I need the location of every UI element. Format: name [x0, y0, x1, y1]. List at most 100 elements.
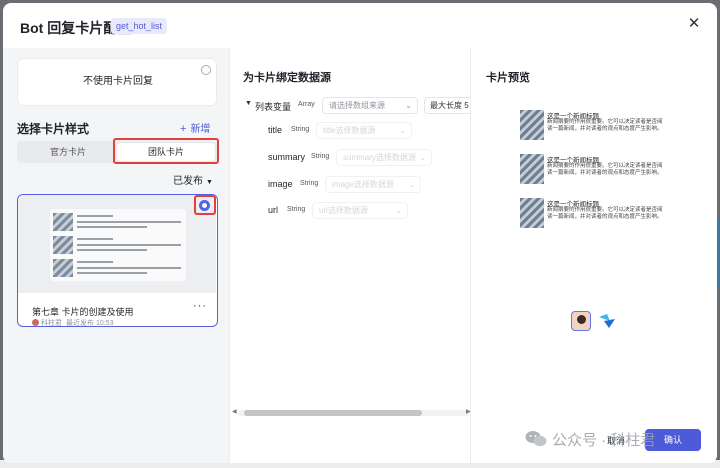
field-source-placeholder: summary选择数据源 — [343, 153, 416, 162]
no-card-label: 不使用卡片回复 — [83, 76, 153, 87]
bot-logo-icon — [599, 314, 615, 328]
field-source-select[interactable]: url选择数据源 ⌄ — [312, 202, 408, 219]
card-source-tabs: 官方卡片 团队卡片 — [17, 141, 217, 163]
field-source-select[interactable]: title选择数据源 ⌄ — [316, 122, 412, 139]
tab-official-cards[interactable]: 官方卡片 — [19, 143, 117, 161]
field-source-placeholder: image选择数据源 — [332, 180, 394, 189]
news-summary: 新闻摘要的作用很重要。它可以决定读者是否阅读一篇新闻，并对读者的观点和态度产生影… — [547, 207, 663, 220]
field-source-placeholder: title选择数据源 — [323, 126, 376, 135]
max-length-label: 最大长度 — [430, 101, 462, 110]
thumbnail-image — [53, 259, 73, 277]
data-binding-title: 为卡片绑定数据源 — [243, 72, 331, 84]
field-type: String — [311, 153, 330, 160]
field-name: url — [268, 205, 279, 215]
max-length-value: 5 — [464, 101, 469, 110]
publish-status-filter[interactable]: 已发布 ▼ — [173, 172, 213, 187]
thumbnail-image — [53, 236, 73, 254]
scroll-left-icon[interactable]: ◀ — [232, 408, 237, 415]
preview-news-item: 这是一个新闻标题 新闻摘要的作用很重要。它可以决定读者是否阅读一篇新闻，并对读者… — [520, 198, 664, 230]
thumbnail-line — [77, 221, 181, 223]
field-name: summary — [268, 152, 306, 162]
card-preview-title: 卡片预览 — [486, 72, 530, 84]
field-name: image — [268, 179, 293, 189]
field-row-summary: summary String summary选择数据源 ⌄ — [230, 149, 472, 168]
preview-news-item: 这是一个新闻标题 新闻摘要的作用很重要。它可以决定读者是否阅读一篇新闻，并对读者… — [520, 154, 664, 186]
card-author: 科柱君 — [41, 320, 62, 327]
cancel-button[interactable]: 取消 — [597, 431, 635, 451]
user-avatar — [571, 311, 591, 331]
field-row-title: title String title选择数据源 ⌄ — [230, 122, 472, 141]
list-variable-row: ▼ 列表变量 Array 请选择数组来源 ⌄ 最大长度 5 — [230, 97, 472, 116]
thumbnail-line — [77, 244, 181, 246]
list-variable-type: Array — [298, 101, 315, 108]
add-card-button[interactable]: + 新增 — [180, 120, 210, 135]
thumbnail-row — [53, 213, 183, 232]
thumbnail-line — [77, 249, 147, 251]
caret-down-icon: ▼ — [206, 179, 213, 186]
plus-icon: + — [180, 123, 187, 135]
card-name: 第七章 卡片的创建及使用 — [32, 307, 134, 317]
max-length-field[interactable]: 最大长度 5 — [424, 97, 472, 114]
chevron-down-icon: ⌄ — [408, 180, 415, 189]
news-summary: 新闻摘要的作用很重要。它可以决定读者是否阅读一篇新闻，并对读者的观点和态度产生影… — [547, 119, 663, 132]
thumbnail-line — [77, 226, 147, 228]
preview-avatars — [571, 311, 621, 335]
thumbnail-line — [77, 267, 181, 269]
card-template-item[interactable]: 第七章 卡片的创建及使用 科柱君 最近发布 10:53 ··· — [17, 194, 218, 327]
more-options-icon[interactable]: ··· — [193, 300, 207, 312]
thumbnail-image — [53, 213, 73, 231]
publish-status-label: 已发布 — [173, 176, 203, 187]
card-selected-radio[interactable] — [199, 200, 210, 211]
field-source-select[interactable]: image选择数据源 ⌄ — [325, 176, 421, 193]
thumbnail-row — [53, 236, 183, 255]
plugin-tag: get_hot_list — [111, 18, 168, 34]
field-type: String — [300, 180, 319, 187]
field-name: title — [268, 125, 283, 135]
no-card-radio[interactable] — [201, 65, 211, 75]
field-row-url: url String url选择数据源 ⌄ — [230, 202, 472, 221]
card-preview-panel: 卡片预览 这是一个新闻标题 新闻摘要的作用很重要。它可以决定读者是否阅读一篇新闻… — [471, 48, 717, 463]
list-variable-name: 列表变量 — [255, 102, 292, 112]
thumbnail-row — [53, 259, 183, 278]
modal-header: Bot 回复卡片配置 get_hot_list ✕ — [3, 3, 717, 47]
preview-news-item: 这是一个新闻标题 新闻摘要的作用很重要。它可以决定读者是否阅读一篇新闻，并对读者… — [520, 110, 664, 142]
chevron-down-icon: ⌄ — [395, 206, 402, 215]
close-icon[interactable]: ✕ — [685, 15, 703, 33]
field-type: String — [287, 206, 306, 213]
scroll-right-icon[interactable]: ▶ — [466, 408, 471, 415]
no-card-option[interactable]: 不使用卡片回复 — [17, 58, 217, 106]
field-type: String — [291, 126, 310, 133]
card-published-time: 最近发布 10:53 — [66, 320, 114, 327]
card-thumbnail — [18, 195, 216, 293]
field-source-select[interactable]: summary选择数据源 ⌄ — [336, 149, 432, 166]
chevron-down-icon: ⌄ — [405, 101, 412, 110]
field-source-placeholder: url选择数据源 — [319, 206, 368, 215]
author-avatar — [32, 319, 39, 326]
thumbnail-line — [77, 261, 113, 263]
chevron-down-icon: ⌄ — [399, 126, 406, 135]
chevron-down-icon: ⌄ — [419, 153, 426, 162]
horizontal-scrollbar[interactable] — [238, 410, 470, 416]
expand-caret-icon[interactable]: ▼ — [245, 100, 252, 107]
thumbnail-line — [77, 215, 113, 217]
card-meta: 科柱君 最近发布 10:53 — [32, 318, 114, 327]
news-image — [520, 110, 544, 140]
confirm-button[interactable]: 确认 — [645, 429, 701, 451]
tab-team-cards[interactable]: 团队卡片 — [117, 143, 215, 161]
data-binding-panel: 为卡片绑定数据源 ▼ 列表变量 Array 请选择数组来源 ⌄ 最大长度 5 ti… — [229, 48, 472, 463]
scrollbar-thumb[interactable] — [244, 410, 422, 416]
array-source-placeholder: 请选择数组来源 — [329, 101, 385, 110]
news-summary: 新闻摘要的作用很重要。它可以决定读者是否阅读一篇新闻，并对读者的观点和态度产生影… — [547, 163, 663, 176]
array-source-select[interactable]: 请选择数组来源 ⌄ — [322, 97, 418, 114]
news-image — [520, 154, 544, 184]
news-image — [520, 198, 544, 228]
add-card-label: 新增 — [190, 124, 211, 135]
card-thumbnail-preview — [50, 209, 186, 281]
thumbnail-line — [77, 238, 113, 240]
field-row-image: image String image选择数据源 ⌄ — [230, 176, 472, 195]
card-style-panel: 不使用卡片回复 选择卡片样式 + 新增 官方卡片 团队卡片 已发布 ▼ 第七章 … — [3, 48, 229, 463]
section-title: 选择卡片样式 — [17, 122, 90, 136]
card-preview: 这是一个新闻标题 新闻摘要的作用很重要。它可以决定读者是否阅读一篇新闻，并对读者… — [520, 110, 664, 234]
card-config-modal: Bot 回复卡片配置 get_hot_list ✕ 不使用卡片回复 选择卡片样式… — [3, 3, 717, 463]
thumbnail-line — [77, 272, 147, 274]
